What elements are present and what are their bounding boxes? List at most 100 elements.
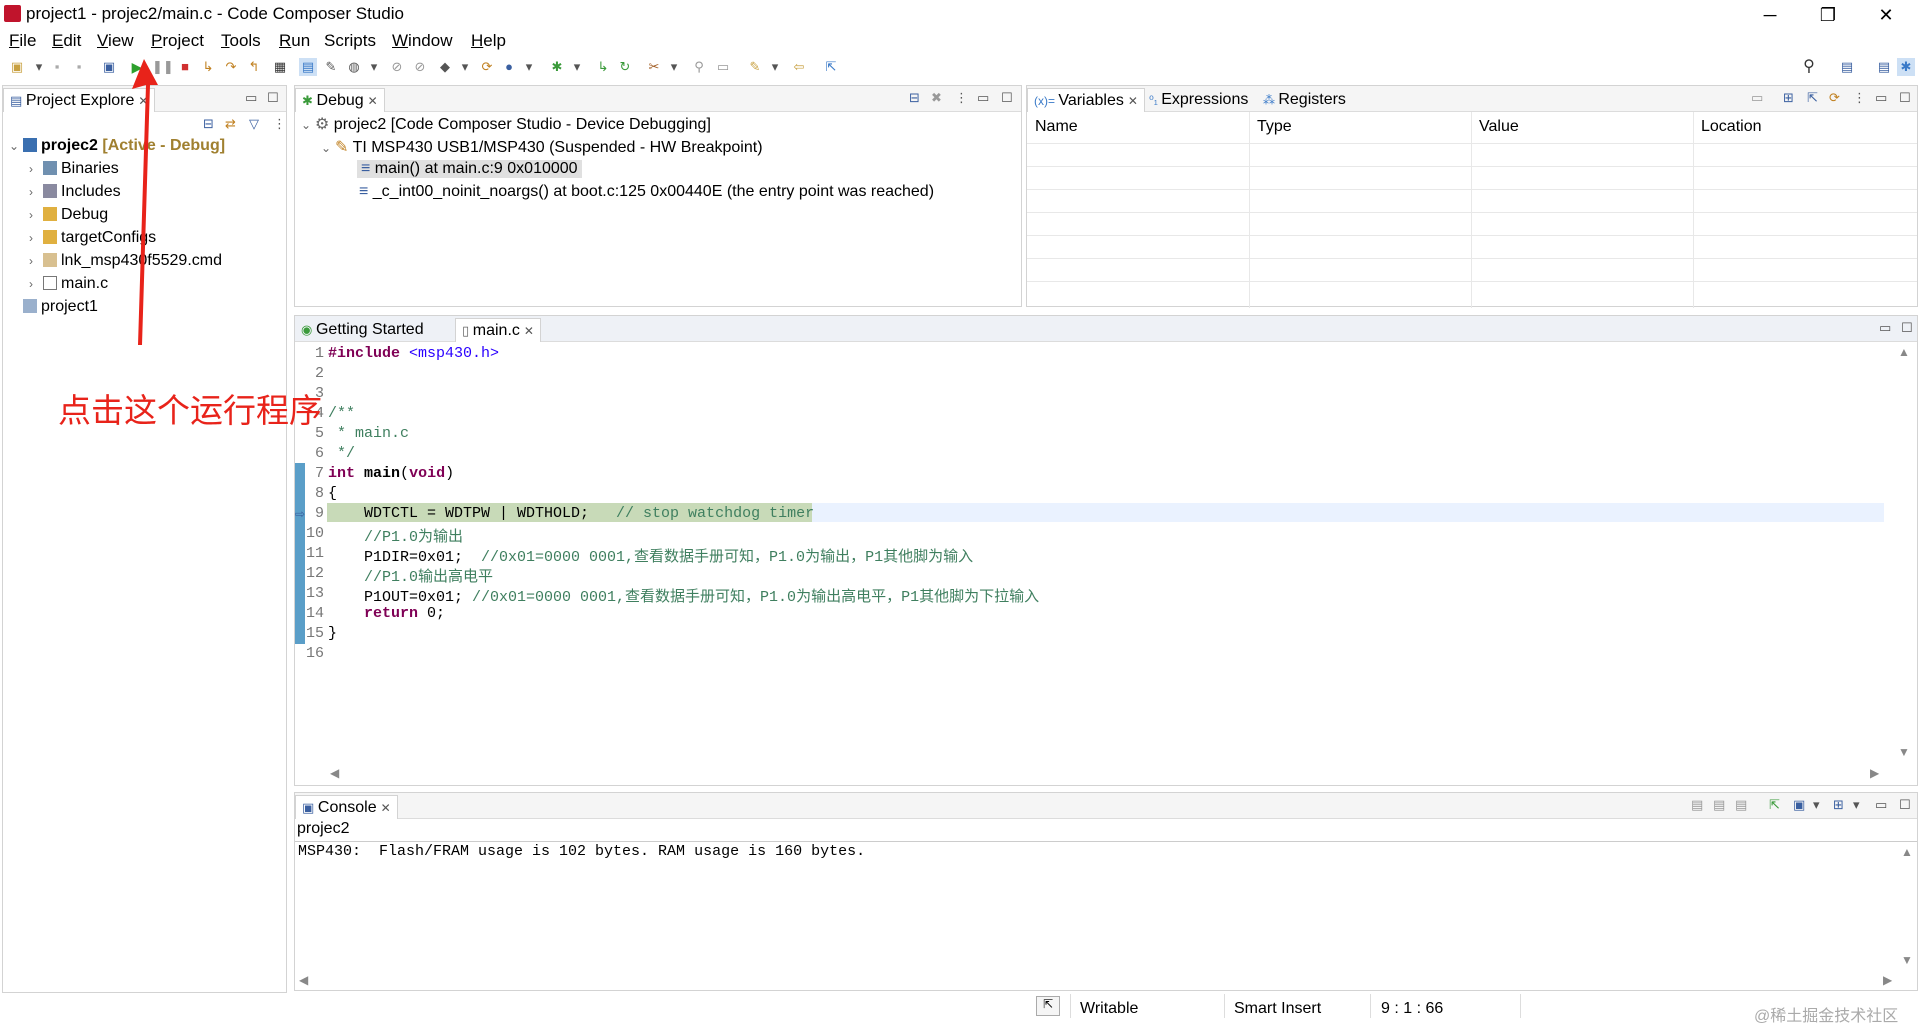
new-dropdown-icon[interactable]: ▾ [30,58,48,76]
code-line[interactable]: #include <msp430.h> [328,345,499,362]
build-icon[interactable]: ◆ [436,58,454,76]
column-value[interactable]: Value [1479,118,1519,136]
collapsed-chevron-icon[interactable]: › [29,162,43,176]
scroll-left-icon[interactable]: ◀ [330,766,339,780]
tree-item-binaries[interactable]: › Binaries [29,160,119,178]
tab-debug[interactable]: ✱ Debug ✕ [295,88,385,112]
maximize-icon[interactable]: ☐ [1899,797,1911,813]
show-type-icon[interactable]: ⇱ [1807,90,1818,106]
build-dropdown-icon[interactable]: ▾ [456,58,474,76]
tools-dropdown-icon[interactable]: ▾ [665,58,683,76]
search-ref-icon[interactable]: ⚲ [690,58,708,76]
close-icon[interactable]: ✕ [524,324,534,338]
scroll-left-icon[interactable]: ◀ [299,973,308,987]
menu-tools[interactable]: Tools [221,31,261,51]
code-line[interactable]: P1OUT=0x01; //0x01=0000 0001,查看数据手册可知，P1… [328,585,1039,606]
code-line[interactable]: /** [328,405,355,422]
clear-console-icon[interactable]: ▤ [1691,797,1703,813]
tab-main-c[interactable]: ▯ main.c ✕ [455,318,541,342]
close-window-button[interactable]: ✕ [1866,2,1906,28]
minimize-button[interactable]: ─ [1750,2,1790,28]
step-into-icon[interactable]: ↳ [199,58,217,76]
tab-getting-started[interactable]: ◉ Getting Started [295,318,430,342]
back-icon[interactable]: ⇦ [790,58,808,76]
menu-project[interactable]: Project [151,31,204,51]
minimize-icon[interactable]: ▭ [1879,320,1891,336]
loop-icon[interactable]: ↻ [616,58,634,76]
code-line[interactable]: return 0; [328,605,445,622]
breakpoint2-icon[interactable]: ⊘ [411,58,429,76]
minimize-icon[interactable]: ▭ [977,90,989,106]
close-icon[interactable]: ✕ [368,94,378,108]
open-console-icon[interactable]: ⊞ [1833,797,1844,813]
step-icon[interactable]: ↳ [594,58,612,76]
maximize-icon[interactable]: ☐ [1001,90,1013,106]
menu-run[interactable]: Run [279,31,310,51]
refresh-icon[interactable]: ⟳ [1829,90,1840,106]
filter-icon[interactable]: ▽ [249,116,259,132]
next-annotation-icon[interactable]: ✎ [746,58,764,76]
tree-item-includes[interactable]: › Includes [29,183,121,201]
code-line[interactable]: //P1.0输出高电平 [328,565,493,586]
status-icon[interactable]: ⇱ [1036,996,1060,1016]
column-type[interactable]: Type [1257,118,1292,136]
scroll-lock-icon[interactable]: ▤ [1713,797,1725,813]
scroll-down-icon[interactable]: ▼ [1898,745,1910,759]
tree-item-main-c[interactable]: › main.c [29,275,108,293]
collapsed-chevron-icon[interactable]: › [29,254,43,268]
bug-dropdown-icon[interactable]: ▾ [568,58,586,76]
annotation-dropdown-icon[interactable]: ▾ [766,58,784,76]
tree-item-projec2[interactable]: ⌄ projec2 [Active - Debug] [9,137,225,155]
editor-vertical-scrollbar[interactable]: ▲ ▼ [1894,345,1916,765]
tree-item-debug[interactable]: › Debug [29,206,108,224]
refresh-icon[interactable]: ⟳ [478,58,496,76]
collapse-all-icon[interactable]: ⊟ [909,90,920,106]
menu-file[interactable]: File [9,31,36,51]
pin-console-icon[interactable]: ⇱ [1769,797,1780,813]
stack-frame-main[interactable]: ≡ main() at main.c:9 0x010000 [357,160,582,178]
code-line[interactable]: int main(void) [328,465,454,482]
collapsed-chevron-icon[interactable]: › [29,277,43,291]
tab-expressions[interactable]: ⁰₁ Expressions [1143,88,1254,112]
scroll-up-icon[interactable]: ▲ [1901,845,1913,859]
expanded-chevron-icon[interactable]: ⌄ [9,139,23,153]
search-icon[interactable]: ⚲ [1800,58,1818,76]
save-icon[interactable]: ▪ [48,58,66,76]
debug-target-item[interactable]: ⌄ ✎ TI MSP430 USB1/MSP430 (Suspended - HW… [321,137,763,157]
view-menu-icon[interactable]: ⋮ [273,116,286,132]
toggle-icon[interactable]: ▤ [299,58,317,76]
memory-icon[interactable]: ◍ [345,58,363,76]
grid-icon[interactable]: ▦ [271,58,289,76]
scroll-down-icon[interactable]: ▼ [1901,953,1913,967]
view-menu-icon[interactable]: ⋮ [955,90,968,106]
word-wrap-icon[interactable]: ▤ [1735,797,1747,813]
minimize-icon[interactable]: ▭ [245,90,257,106]
collapsed-chevron-icon[interactable]: › [29,185,43,199]
link-editor-icon[interactable]: ⇄ [225,116,236,132]
menu-help[interactable]: Help [471,31,506,51]
menu-window[interactable]: Window [392,31,452,51]
debug-icon[interactable]: ● [500,58,518,76]
code-line[interactable]: //P1.0为输出 [328,525,463,546]
close-icon[interactable]: ✕ [1128,94,1138,108]
menu-edit[interactable]: Edit [52,31,81,51]
maximize-icon[interactable]: ☐ [1901,320,1913,336]
debug-perspective-icon[interactable]: ✱ [1897,58,1915,76]
minimize-icon[interactable]: ▭ [1875,797,1887,813]
tab-console[interactable]: ▣ Console ✕ [295,795,398,819]
open-dropdown-icon[interactable]: ▾ [1853,797,1860,813]
column-location[interactable]: Location [1701,118,1762,136]
breakpoint-icon[interactable]: ⊘ [388,58,406,76]
collapse-all-icon[interactable]: ⊟ [203,116,214,132]
scroll-up-icon[interactable]: ▲ [1898,345,1910,359]
scroll-right-icon[interactable]: ▶ [1883,973,1892,987]
debug-view-icon[interactable]: ▣ [100,58,118,76]
external-icon[interactable]: ⇱ [822,58,840,76]
close-icon[interactable]: ✕ [381,801,391,815]
editor-horizontal-scrollbar[interactable]: ◀ ▶ [330,766,1890,782]
menu-scripts[interactable]: Scripts [324,31,376,51]
view-menu-icon[interactable]: ⋮ [1853,90,1866,106]
tab-registers[interactable]: ⁂ Registers [1257,88,1352,112]
code-line[interactable]: } [328,625,337,642]
code-line[interactable]: P1DIR=0x01; //0x01=0000 0001,查看数据手册可知，P1… [328,545,973,566]
